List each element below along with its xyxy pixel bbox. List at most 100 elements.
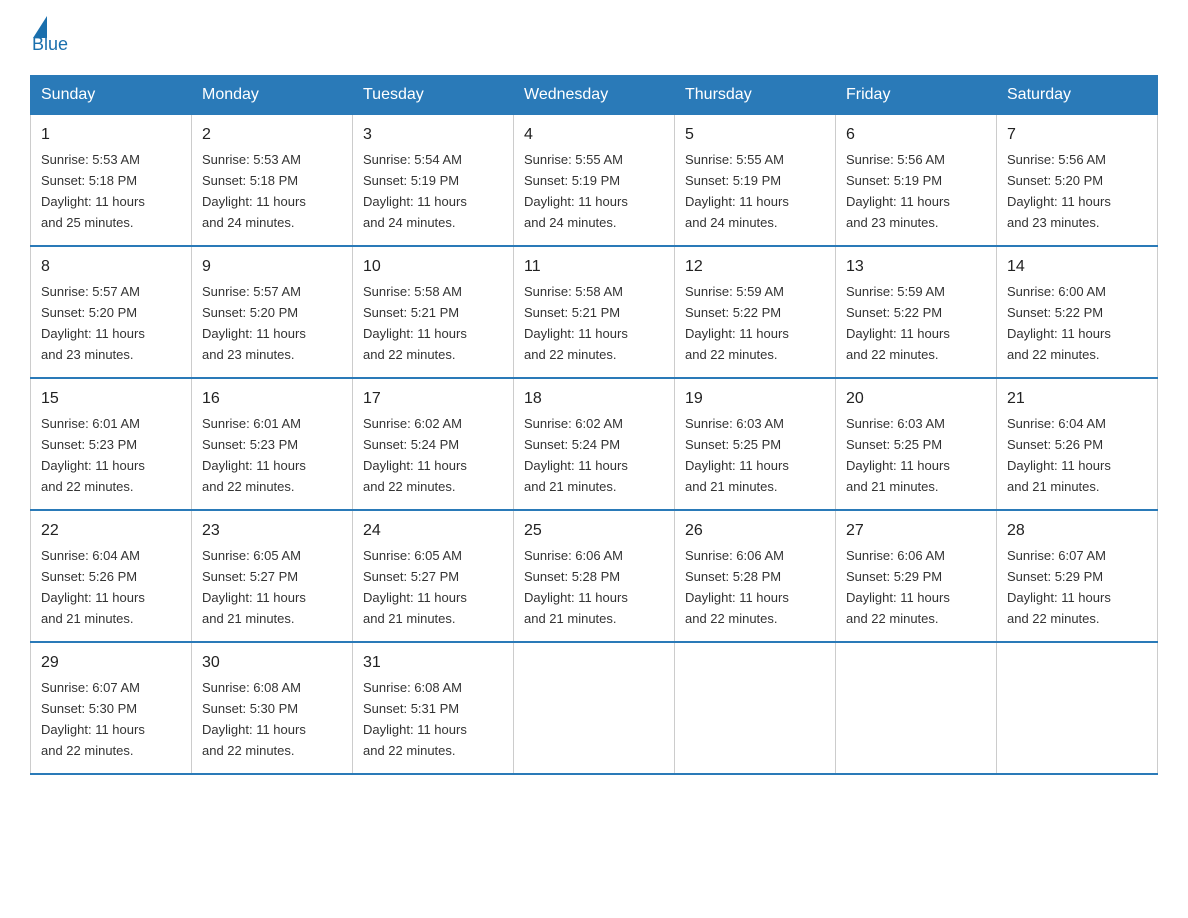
- day-info: Sunrise: 5:56 AMSunset: 5:19 PMDaylight:…: [846, 152, 950, 230]
- day-info: Sunrise: 5:57 AMSunset: 5:20 PMDaylight:…: [202, 284, 306, 362]
- day-number: 6: [846, 123, 986, 147]
- calendar-week-row: 8 Sunrise: 5:57 AMSunset: 5:20 PMDayligh…: [31, 246, 1158, 378]
- day-info: Sunrise: 5:55 AMSunset: 5:19 PMDaylight:…: [524, 152, 628, 230]
- weekday-header-saturday: Saturday: [997, 76, 1158, 115]
- calendar-cell: 2 Sunrise: 5:53 AMSunset: 5:18 PMDayligh…: [192, 115, 353, 247]
- calendar-cell: 9 Sunrise: 5:57 AMSunset: 5:20 PMDayligh…: [192, 246, 353, 378]
- day-info: Sunrise: 6:02 AMSunset: 5:24 PMDaylight:…: [524, 416, 628, 494]
- logo: Blue: [30, 20, 68, 55]
- calendar-cell: 15 Sunrise: 6:01 AMSunset: 5:23 PMDaylig…: [31, 378, 192, 510]
- calendar-cell: 13 Sunrise: 5:59 AMSunset: 5:22 PMDaylig…: [836, 246, 997, 378]
- day-number: 26: [685, 519, 825, 543]
- day-number: 25: [524, 519, 664, 543]
- calendar-cell: 19 Sunrise: 6:03 AMSunset: 5:25 PMDaylig…: [675, 378, 836, 510]
- day-number: 11: [524, 255, 664, 279]
- day-info: Sunrise: 6:00 AMSunset: 5:22 PMDaylight:…: [1007, 284, 1111, 362]
- calendar-cell: 21 Sunrise: 6:04 AMSunset: 5:26 PMDaylig…: [997, 378, 1158, 510]
- day-number: 31: [363, 651, 503, 675]
- day-info: Sunrise: 6:04 AMSunset: 5:26 PMDaylight:…: [41, 548, 145, 626]
- day-number: 12: [685, 255, 825, 279]
- day-info: Sunrise: 6:03 AMSunset: 5:25 PMDaylight:…: [685, 416, 789, 494]
- calendar-cell: 22 Sunrise: 6:04 AMSunset: 5:26 PMDaylig…: [31, 510, 192, 642]
- calendar-cell: 31 Sunrise: 6:08 AMSunset: 5:31 PMDaylig…: [353, 642, 514, 774]
- calendar-cell: 7 Sunrise: 5:56 AMSunset: 5:20 PMDayligh…: [997, 115, 1158, 247]
- calendar-cell: 24 Sunrise: 6:05 AMSunset: 5:27 PMDaylig…: [353, 510, 514, 642]
- day-number: 10: [363, 255, 503, 279]
- day-number: 1: [41, 123, 181, 147]
- day-number: 20: [846, 387, 986, 411]
- weekday-header-sunday: Sunday: [31, 76, 192, 115]
- calendar-cell: 16 Sunrise: 6:01 AMSunset: 5:23 PMDaylig…: [192, 378, 353, 510]
- day-number: 18: [524, 387, 664, 411]
- weekday-header-thursday: Thursday: [675, 76, 836, 115]
- logo-bottom-text: Blue: [32, 34, 68, 55]
- calendar-cell: 3 Sunrise: 5:54 AMSunset: 5:19 PMDayligh…: [353, 115, 514, 247]
- day-info: Sunrise: 6:01 AMSunset: 5:23 PMDaylight:…: [41, 416, 145, 494]
- day-info: Sunrise: 5:53 AMSunset: 5:18 PMDaylight:…: [202, 152, 306, 230]
- day-info: Sunrise: 5:56 AMSunset: 5:20 PMDaylight:…: [1007, 152, 1111, 230]
- day-info: Sunrise: 5:55 AMSunset: 5:19 PMDaylight:…: [685, 152, 789, 230]
- calendar-cell: 11 Sunrise: 5:58 AMSunset: 5:21 PMDaylig…: [514, 246, 675, 378]
- day-number: 8: [41, 255, 181, 279]
- day-number: 24: [363, 519, 503, 543]
- day-info: Sunrise: 6:01 AMSunset: 5:23 PMDaylight:…: [202, 416, 306, 494]
- calendar-cell: [675, 642, 836, 774]
- calendar-cell: 12 Sunrise: 5:59 AMSunset: 5:22 PMDaylig…: [675, 246, 836, 378]
- calendar-cell: 17 Sunrise: 6:02 AMSunset: 5:24 PMDaylig…: [353, 378, 514, 510]
- day-info: Sunrise: 6:06 AMSunset: 5:28 PMDaylight:…: [524, 548, 628, 626]
- day-number: 15: [41, 387, 181, 411]
- calendar-body: 1 Sunrise: 5:53 AMSunset: 5:18 PMDayligh…: [31, 115, 1158, 775]
- day-number: 9: [202, 255, 342, 279]
- calendar-cell: 6 Sunrise: 5:56 AMSunset: 5:19 PMDayligh…: [836, 115, 997, 247]
- calendar-cell: 28 Sunrise: 6:07 AMSunset: 5:29 PMDaylig…: [997, 510, 1158, 642]
- weekday-header-wednesday: Wednesday: [514, 76, 675, 115]
- calendar-cell: 1 Sunrise: 5:53 AMSunset: 5:18 PMDayligh…: [31, 115, 192, 247]
- calendar-cell: [997, 642, 1158, 774]
- calendar-table: SundayMondayTuesdayWednesdayThursdayFrid…: [30, 75, 1158, 775]
- calendar-cell: 23 Sunrise: 6:05 AMSunset: 5:27 PMDaylig…: [192, 510, 353, 642]
- calendar-cell: 20 Sunrise: 6:03 AMSunset: 5:25 PMDaylig…: [836, 378, 997, 510]
- day-number: 27: [846, 519, 986, 543]
- day-info: Sunrise: 5:59 AMSunset: 5:22 PMDaylight:…: [846, 284, 950, 362]
- day-info: Sunrise: 6:04 AMSunset: 5:26 PMDaylight:…: [1007, 416, 1111, 494]
- day-number: 4: [524, 123, 664, 147]
- day-info: Sunrise: 6:07 AMSunset: 5:30 PMDaylight:…: [41, 680, 145, 758]
- day-number: 29: [41, 651, 181, 675]
- calendar-cell: 25 Sunrise: 6:06 AMSunset: 5:28 PMDaylig…: [514, 510, 675, 642]
- page-header: Blue: [30, 20, 1158, 55]
- day-number: 13: [846, 255, 986, 279]
- day-info: Sunrise: 6:05 AMSunset: 5:27 PMDaylight:…: [363, 548, 467, 626]
- day-info: Sunrise: 6:06 AMSunset: 5:29 PMDaylight:…: [846, 548, 950, 626]
- day-number: 22: [41, 519, 181, 543]
- day-info: Sunrise: 5:58 AMSunset: 5:21 PMDaylight:…: [363, 284, 467, 362]
- day-info: Sunrise: 6:07 AMSunset: 5:29 PMDaylight:…: [1007, 548, 1111, 626]
- day-info: Sunrise: 5:54 AMSunset: 5:19 PMDaylight:…: [363, 152, 467, 230]
- calendar-cell: 5 Sunrise: 5:55 AMSunset: 5:19 PMDayligh…: [675, 115, 836, 247]
- day-info: Sunrise: 6:02 AMSunset: 5:24 PMDaylight:…: [363, 416, 467, 494]
- day-number: 5: [685, 123, 825, 147]
- day-info: Sunrise: 5:59 AMSunset: 5:22 PMDaylight:…: [685, 284, 789, 362]
- day-info: Sunrise: 6:08 AMSunset: 5:31 PMDaylight:…: [363, 680, 467, 758]
- weekday-header-friday: Friday: [836, 76, 997, 115]
- day-info: Sunrise: 6:03 AMSunset: 5:25 PMDaylight:…: [846, 416, 950, 494]
- day-number: 14: [1007, 255, 1147, 279]
- calendar-week-row: 15 Sunrise: 6:01 AMSunset: 5:23 PMDaylig…: [31, 378, 1158, 510]
- calendar-week-row: 1 Sunrise: 5:53 AMSunset: 5:18 PMDayligh…: [31, 115, 1158, 247]
- calendar-cell: 10 Sunrise: 5:58 AMSunset: 5:21 PMDaylig…: [353, 246, 514, 378]
- day-number: 30: [202, 651, 342, 675]
- day-number: 23: [202, 519, 342, 543]
- day-number: 7: [1007, 123, 1147, 147]
- day-info: Sunrise: 5:57 AMSunset: 5:20 PMDaylight:…: [41, 284, 145, 362]
- calendar-cell: 18 Sunrise: 6:02 AMSunset: 5:24 PMDaylig…: [514, 378, 675, 510]
- calendar-cell: 4 Sunrise: 5:55 AMSunset: 5:19 PMDayligh…: [514, 115, 675, 247]
- day-info: Sunrise: 5:58 AMSunset: 5:21 PMDaylight:…: [524, 284, 628, 362]
- calendar-cell: 29 Sunrise: 6:07 AMSunset: 5:30 PMDaylig…: [31, 642, 192, 774]
- day-number: 19: [685, 387, 825, 411]
- calendar-cell: 26 Sunrise: 6:06 AMSunset: 5:28 PMDaylig…: [675, 510, 836, 642]
- weekday-header-row: SundayMondayTuesdayWednesdayThursdayFrid…: [31, 76, 1158, 115]
- calendar-cell: 27 Sunrise: 6:06 AMSunset: 5:29 PMDaylig…: [836, 510, 997, 642]
- calendar-week-row: 29 Sunrise: 6:07 AMSunset: 5:30 PMDaylig…: [31, 642, 1158, 774]
- calendar-cell: 8 Sunrise: 5:57 AMSunset: 5:20 PMDayligh…: [31, 246, 192, 378]
- calendar-cell: 30 Sunrise: 6:08 AMSunset: 5:30 PMDaylig…: [192, 642, 353, 774]
- calendar-cell: 14 Sunrise: 6:00 AMSunset: 5:22 PMDaylig…: [997, 246, 1158, 378]
